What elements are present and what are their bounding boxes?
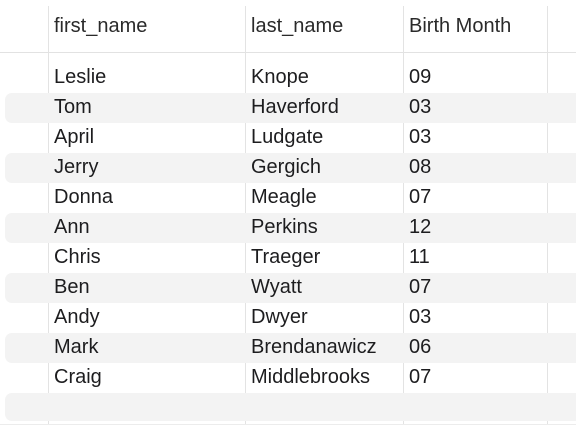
table-row[interactable]: Craig Middlebrooks 07 xyxy=(0,363,576,393)
cell-last-name[interactable]: Knope xyxy=(251,63,309,93)
cell-last-name[interactable]: Ludgate xyxy=(251,123,323,153)
table-body: Leslie Knope 09 Tom Haverford 03 April L… xyxy=(0,63,576,393)
header-row: first_name last_name Birth Month xyxy=(0,0,576,53)
cell-first-name[interactable]: Leslie xyxy=(54,63,106,93)
cell-birth-month[interactable]: 11 xyxy=(409,243,430,273)
table-row[interactable]: Donna Meagle 07 xyxy=(0,183,576,213)
cell-first-name[interactable]: Jerry xyxy=(54,153,98,183)
cell-last-name[interactable]: Traeger xyxy=(251,243,320,273)
cell-birth-month[interactable]: 09 xyxy=(409,63,431,93)
column-header-birth-month[interactable]: Birth Month xyxy=(409,12,511,40)
cell-last-name[interactable]: Haverford xyxy=(251,93,339,123)
cell-birth-month[interactable]: 06 xyxy=(409,333,431,363)
table-row[interactable]: Ann Perkins 12 xyxy=(0,213,576,243)
cell-last-name[interactable]: Wyatt xyxy=(251,273,302,303)
table-row[interactable]: Andy Dwyer 03 xyxy=(0,303,576,333)
column-header-first-name[interactable]: first_name xyxy=(54,12,147,40)
table-row[interactable]: Mark Brendanawicz 06 xyxy=(0,333,576,363)
cell-birth-month[interactable]: 03 xyxy=(409,123,431,153)
cell-first-name[interactable]: Chris xyxy=(54,243,101,273)
cell-birth-month[interactable]: 08 xyxy=(409,153,431,183)
cell-last-name[interactable]: Perkins xyxy=(251,213,318,243)
column-header-last-name[interactable]: last_name xyxy=(251,12,343,40)
results-grid: first_name last_name Birth Month Leslie … xyxy=(0,0,576,434)
cell-last-name[interactable]: Middlebrooks xyxy=(251,363,370,393)
cell-birth-month[interactable]: 07 xyxy=(409,363,431,393)
cell-first-name[interactable]: Andy xyxy=(54,303,100,333)
cell-last-name[interactable]: Gergich xyxy=(251,153,321,183)
cell-birth-month[interactable]: 03 xyxy=(409,303,431,333)
cell-first-name[interactable]: Ben xyxy=(54,273,90,303)
cell-first-name[interactable]: April xyxy=(54,123,94,153)
cell-birth-month[interactable]: 03 xyxy=(409,93,431,123)
cell-first-name[interactable]: Donna xyxy=(54,183,113,213)
cell-birth-month[interactable]: 07 xyxy=(409,183,431,213)
empty-row xyxy=(5,393,576,421)
cell-first-name[interactable]: Tom xyxy=(54,93,92,123)
table-row[interactable]: Chris Traeger 11 xyxy=(0,243,576,273)
table-row[interactable]: April Ludgate 03 xyxy=(0,123,576,153)
cell-birth-month[interactable]: 07 xyxy=(409,273,431,303)
grid-bottom-border xyxy=(0,424,576,425)
table-row[interactable]: Tom Haverford 03 xyxy=(0,93,576,123)
cell-first-name[interactable]: Craig xyxy=(54,363,102,393)
cell-first-name[interactable]: Mark xyxy=(54,333,98,363)
cell-last-name[interactable]: Brendanawicz xyxy=(251,333,377,363)
table-row[interactable]: Jerry Gergich 08 xyxy=(0,153,576,183)
table-row[interactable]: Ben Wyatt 07 xyxy=(0,273,576,303)
cell-last-name[interactable]: Meagle xyxy=(251,183,317,213)
cell-last-name[interactable]: Dwyer xyxy=(251,303,308,333)
table-row[interactable]: Leslie Knope 09 xyxy=(0,63,576,93)
cell-first-name[interactable]: Ann xyxy=(54,213,90,243)
cell-birth-month[interactable]: 12 xyxy=(409,213,431,243)
